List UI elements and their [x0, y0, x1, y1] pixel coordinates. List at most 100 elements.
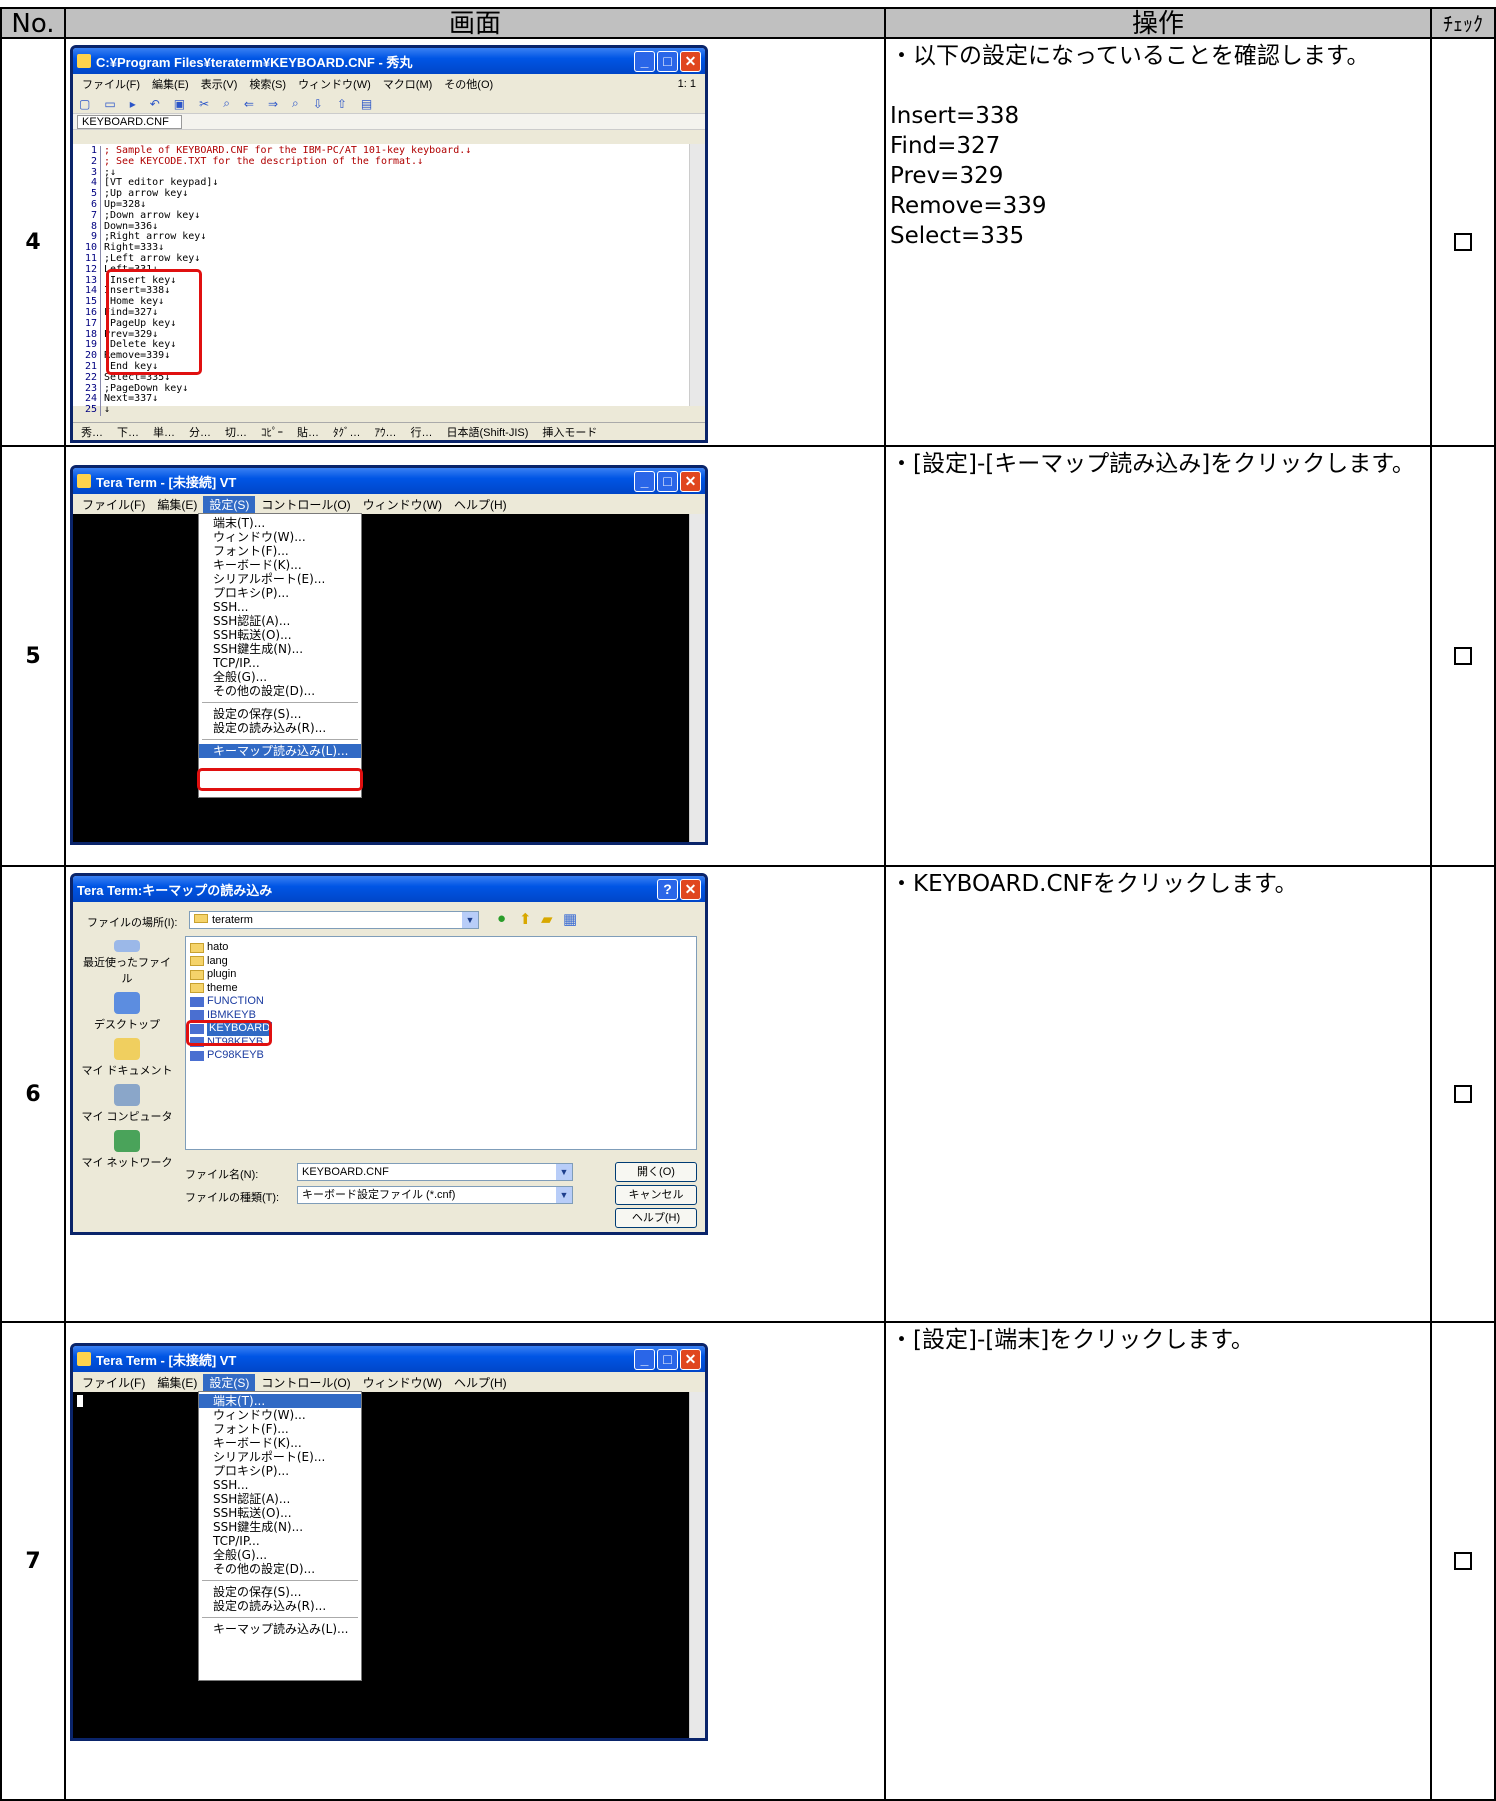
menu-item-keyboard[interactable]: キーボード(K)...: [199, 558, 361, 572]
chevron-down-icon[interactable]: ▼: [556, 1187, 572, 1203]
minimize-icon[interactable]: _: [634, 1348, 655, 1370]
list-item-folder[interactable]: plugin: [190, 968, 692, 982]
check-box[interactable]: [1454, 1085, 1472, 1103]
editor-scrollbar[interactable]: [689, 144, 705, 406]
menu-item-save-setup[interactable]: 設定の保存(S)...: [199, 707, 361, 721]
menu-item-general[interactable]: 全般(G)...: [199, 670, 361, 684]
menu-item-serial[interactable]: シリアルポート(E)...: [199, 1450, 361, 1464]
list-item-folder[interactable]: hato: [190, 941, 692, 955]
menu-item-font[interactable]: フォント(F)...: [199, 544, 361, 558]
terminal-scrollbar[interactable]: [689, 514, 705, 842]
menu-item-ssh-auth[interactable]: SSH認証(A)...: [199, 614, 361, 628]
menu-item-ssh[interactable]: SSH...: [199, 1478, 361, 1492]
maximize-icon[interactable]: □: [657, 50, 678, 72]
menu-help[interactable]: ヘルプ(H): [448, 1374, 513, 1391]
terminal-area[interactable]: [73, 1392, 689, 1738]
menu-item-restore-setup[interactable]: 設定の読み込み(R)...: [199, 1599, 361, 1613]
terminal-area[interactable]: [73, 514, 689, 842]
menu-item-save-setup[interactable]: 設定の保存(S)...: [199, 1585, 361, 1599]
menu-item-font[interactable]: フォント(F)...: [199, 1422, 361, 1436]
chevron-down-icon[interactable]: ▼: [556, 1164, 572, 1180]
view-menu-icon[interactable]: ▦: [563, 910, 577, 928]
undo-icon[interactable]: ↶: [150, 97, 160, 111]
menu-item-keyboard[interactable]: キーボード(K)...: [199, 1436, 361, 1450]
new-folder-icon[interactable]: ▰: [541, 910, 553, 928]
list-item-file[interactable]: FUNCTION: [190, 995, 692, 1009]
minimize-icon[interactable]: _: [634, 470, 655, 492]
jump-icon[interactable]: ▸: [130, 97, 136, 111]
terminal-scrollbar[interactable]: [689, 1392, 705, 1738]
list-item-folder[interactable]: lang: [190, 955, 692, 969]
maximize-icon[interactable]: □: [657, 1348, 678, 1370]
menu-item[interactable]: その他(O): [438, 76, 499, 92]
menu-item[interactable]: ウィンドウ(W): [292, 76, 377, 92]
help-button[interactable]: ヘルプ(H): [615, 1208, 697, 1228]
menu-item-ssh-keygen[interactable]: SSH鍵生成(N)...: [199, 642, 361, 656]
place-recent[interactable]: 最近使ったファイル: [79, 940, 175, 986]
menu-item[interactable]: ファイル(F): [76, 76, 146, 92]
place-desktop[interactable]: デスクトップ: [79, 986, 175, 1032]
menu-edit[interactable]: 編集(E): [151, 496, 203, 513]
menu-item-ssh-forward[interactable]: SSH転送(O)...: [199, 1506, 361, 1520]
menu-item-load-keymap[interactable]: キーマップ読み込み(L)...: [199, 744, 361, 758]
find-icon[interactable]: ⌕: [292, 96, 299, 111]
menu-item-window[interactable]: ウィンドウ(W)...: [199, 530, 361, 544]
grep-icon[interactable]: ▤: [361, 97, 372, 111]
help-icon[interactable]: ?: [657, 878, 678, 900]
list-item-file[interactable]: PC98KEYB: [190, 1049, 692, 1063]
place-my-documents[interactable]: マイ ドキュメント: [79, 1032, 175, 1078]
menu-control[interactable]: コントロール(O): [255, 1374, 356, 1391]
check-box[interactable]: [1454, 647, 1472, 665]
filename-field[interactable]: KEYBOARD.CNF ▼: [297, 1163, 573, 1181]
copy-icon[interactable]: ▣: [174, 97, 185, 111]
prev-icon[interactable]: ⇐: [244, 97, 254, 111]
close-icon[interactable]: ✕: [680, 1348, 701, 1370]
menu-item-terminal[interactable]: 端末(T)...: [199, 1394, 361, 1408]
menu-item-ssh-keygen[interactable]: SSH鍵生成(N)...: [199, 1520, 361, 1534]
menu-control[interactable]: コントロール(O): [255, 496, 356, 513]
menu-settings[interactable]: 設定(S): [203, 495, 256, 513]
menu-item-tcpip[interactable]: TCP/IP...: [199, 656, 361, 670]
menu-window[interactable]: ウィンドウ(W): [357, 1374, 448, 1391]
cut-icon[interactable]: ✂: [199, 97, 209, 111]
find-down-icon[interactable]: ⇩: [313, 97, 323, 111]
search-icon[interactable]: ⌕: [223, 96, 230, 111]
chevron-down-icon[interactable]: ▼: [462, 912, 478, 928]
close-icon[interactable]: ✕: [680, 878, 701, 900]
menu-item-proxy[interactable]: プロキシ(P)...: [199, 586, 361, 600]
open-button[interactable]: 開く(O): [615, 1162, 697, 1182]
menu-item-other[interactable]: その他の設定(D)...: [199, 684, 361, 698]
menu-window[interactable]: ウィンドウ(W): [357, 496, 448, 513]
menu-help[interactable]: ヘルプ(H): [448, 496, 513, 513]
menu-item-ssh-auth[interactable]: SSH認証(A)...: [199, 1492, 361, 1506]
menu-file[interactable]: ファイル(F): [76, 496, 151, 513]
up-folder-icon[interactable]: ⬆: [519, 910, 532, 928]
back-icon[interactable]: ●: [497, 910, 506, 927]
tab-keyboard-cnf[interactable]: KEYBOARD.CNF: [77, 114, 182, 129]
check-box[interactable]: [1454, 233, 1472, 251]
close-icon[interactable]: ✕: [680, 50, 701, 72]
menu-edit[interactable]: 編集(E): [151, 1374, 203, 1391]
close-icon[interactable]: ✕: [680, 470, 701, 492]
menu-item-terminal[interactable]: 端末(T)...: [199, 516, 361, 530]
menu-item[interactable]: 検索(S): [243, 76, 292, 92]
check-box[interactable]: [1454, 1552, 1472, 1570]
open-icon[interactable]: ▭: [104, 97, 115, 111]
new-icon[interactable]: ▢: [79, 97, 90, 111]
menu-item-window[interactable]: ウィンドウ(W)...: [199, 1408, 361, 1422]
menu-settings[interactable]: 設定(S): [203, 1373, 256, 1391]
menu-item-ssh-forward[interactable]: SSH転送(O)...: [199, 628, 361, 642]
menu-item-proxy[interactable]: プロキシ(P)...: [199, 1464, 361, 1478]
place-my-computer[interactable]: マイ コンピュータ: [79, 1078, 175, 1124]
minimize-icon[interactable]: _: [634, 50, 655, 72]
menu-item[interactable]: 編集(E): [146, 76, 195, 92]
find-up-icon[interactable]: ⇧: [337, 97, 347, 111]
next-icon[interactable]: ⇒: [268, 97, 278, 111]
menu-item-ssh[interactable]: SSH...: [199, 600, 361, 614]
menu-item-load-keymap[interactable]: キーマップ読み込み(L)...: [199, 1622, 361, 1636]
menu-item-other[interactable]: その他の設定(D)...: [199, 1562, 361, 1576]
menu-item-general[interactable]: 全般(G)...: [199, 1548, 361, 1562]
list-item-folder[interactable]: theme: [190, 982, 692, 996]
menu-item[interactable]: 表示(V): [195, 76, 244, 92]
menu-item-restore-setup[interactable]: 設定の読み込み(R)...: [199, 721, 361, 735]
